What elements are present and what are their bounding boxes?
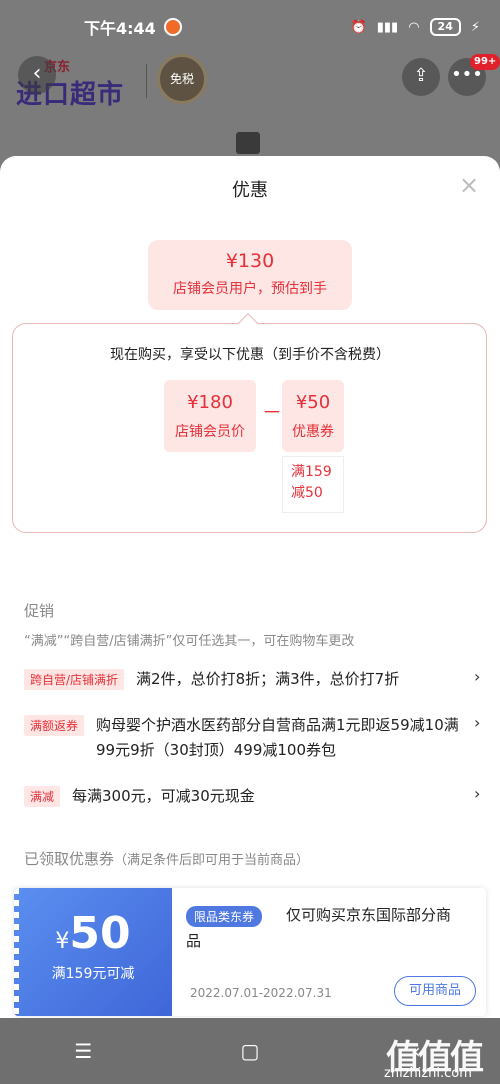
promo-item[interactable]: 满额返券 购母婴个护酒水医药部分自营商品满1元即返59减10满99元9折（30封… bbox=[24, 713, 484, 763]
close-icon[interactable]: × bbox=[458, 173, 480, 197]
promo-item[interactable]: 满减 每满300元，可减30元现金 › bbox=[24, 784, 484, 809]
watermark-site: zhizhizhi.com bbox=[384, 1066, 472, 1081]
usable-products-button[interactable]: 可用商品 bbox=[394, 976, 476, 1006]
charging-icon: ⚡ bbox=[470, 19, 480, 35]
menu-icon[interactable]: ☰ bbox=[43, 1039, 123, 1063]
status-bar: 下午4:44 ⏰ ▮▮▮ ◠ 24 ⚡ bbox=[0, 0, 500, 54]
promo-tag: 跨自营/店铺满折 bbox=[24, 669, 125, 690]
coupon-value-panel: ¥50 满159元可减 bbox=[14, 888, 172, 1016]
status-time: 下午4:44 bbox=[84, 19, 156, 38]
claimed-coupons-title-text: 已领取优惠券 bbox=[24, 850, 115, 868]
chevron-right-icon: › bbox=[474, 667, 481, 686]
coupon-amount: ¥50 bbox=[14, 888, 172, 959]
coupon-threshold: 满159元可减 bbox=[51, 966, 135, 982]
claimed-coupons-title: 已领取优惠券（满足条件后即可用于当前商品） bbox=[24, 848, 309, 869]
promo-tag: 满减 bbox=[24, 786, 61, 807]
chevron-right-icon: › bbox=[474, 713, 481, 732]
notification-badge: 99+ bbox=[470, 54, 500, 70]
member-price: ¥180 bbox=[187, 392, 233, 413]
promo-text: 满2件，总价打8折；满3件，总价打7折 bbox=[136, 670, 400, 688]
promotions-note: “满减”“跨自营/店铺满折”仅可任选其一，可在购物车更改 bbox=[24, 634, 355, 649]
promo-text: 每满300元，可减30元现金 bbox=[72, 787, 255, 805]
promotions-title: 促销 bbox=[24, 602, 55, 620]
discount-sheet: 优惠 × ¥130 店铺会员用户，预估到手 现在购买，享受以下优惠（到手价不含税… bbox=[0, 156, 500, 1018]
battery-icon: 24 bbox=[429, 18, 461, 36]
coupon-notch bbox=[14, 888, 19, 1016]
coupon-discount-box: ¥50 优惠券 bbox=[282, 380, 344, 452]
promo-item[interactable]: 跨自营/店铺满折 满2件，总价打8折；满3件，总价打7折 › bbox=[24, 667, 484, 692]
chevron-right-icon: › bbox=[474, 784, 481, 803]
product-image-peek bbox=[236, 132, 260, 154]
coupon-currency: ¥ bbox=[55, 929, 70, 954]
coupon-rule-line2: 减50 bbox=[291, 485, 323, 501]
estimated-price-box: ¥130 店铺会员用户，预估到手 bbox=[148, 240, 352, 310]
duty-free-badge: 免税 bbox=[157, 54, 207, 104]
app-notification-icon bbox=[163, 18, 182, 36]
coupon-amount-value: 50 bbox=[69, 908, 131, 959]
member-price-box: ¥180 店铺会员价 bbox=[164, 380, 256, 452]
coupon-validity-dates: 2022.07.01-2022.07.31 bbox=[190, 986, 332, 1000]
share-button[interactable]: ⇪ bbox=[402, 58, 440, 96]
coupon-rule-line1: 满159 bbox=[291, 464, 332, 480]
wifi-icon: ◠ bbox=[408, 19, 420, 35]
back-arrow-icon: ‹ bbox=[32, 61, 42, 86]
home-icon[interactable]: ▢ bbox=[210, 1039, 290, 1063]
member-price-label: 店铺会员价 bbox=[175, 424, 245, 440]
promo-text: 购母婴个护酒水医药部分自营商品满1元即返59减10满99元9折（30封顶）499… bbox=[96, 716, 459, 759]
estimated-price: ¥130 bbox=[225, 250, 275, 272]
estimated-price-desc: 店铺会员用户，预估到手 bbox=[173, 281, 327, 297]
coupon-card[interactable]: ¥50 满159元可减 仅可购买京东国际部分商品 限品类东券 2022.07.0… bbox=[14, 888, 486, 1016]
status-icons: ⏰ ▮▮▮ ◠ 24 ⚡ bbox=[351, 18, 480, 36]
alarm-icon: ⏰ bbox=[350, 19, 367, 35]
coupon-discount-price: ¥50 bbox=[295, 392, 331, 413]
back-button[interactable]: ‹ bbox=[18, 56, 56, 94]
promo-tag: 满额返券 bbox=[24, 715, 85, 736]
minus-sign: － bbox=[262, 400, 282, 424]
coupon-type-tag: 限品类东券 bbox=[186, 906, 263, 927]
signal-icon: ▮▮▮ bbox=[376, 19, 399, 35]
brand-divider bbox=[146, 64, 147, 98]
share-icon: ⇪ bbox=[413, 65, 429, 86]
sheet-title: 优惠 bbox=[232, 180, 268, 201]
coupon-discount-label: 优惠券 bbox=[292, 424, 334, 440]
coupon-rule: 满159 减50 bbox=[282, 456, 344, 513]
breakdown-title: 现在购买，享受以下优惠（到手价不含税费） bbox=[110, 347, 390, 363]
claimed-coupons-subtitle: （满足条件后即可用于当前商品） bbox=[114, 853, 310, 868]
